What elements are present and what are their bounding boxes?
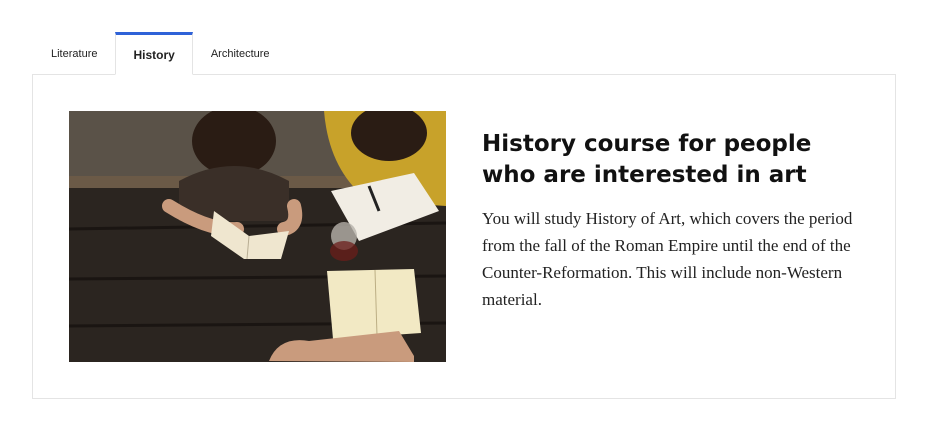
tab-bar: Literature History Architecture bbox=[33, 32, 288, 75]
tab-history[interactable]: History bbox=[115, 32, 193, 75]
tab-architecture[interactable]: Architecture bbox=[192, 32, 288, 74]
photo-illustration bbox=[69, 111, 446, 362]
course-title: History course for people who are intere… bbox=[482, 131, 812, 188]
course-description: History course for people who are intere… bbox=[482, 129, 872, 313]
course-body: You will study History of Art, which cov… bbox=[482, 209, 853, 309]
tab-literature[interactable]: Literature bbox=[33, 32, 116, 74]
course-photo bbox=[69, 111, 446, 362]
tab-panel: History course for people who are intere… bbox=[32, 74, 896, 399]
